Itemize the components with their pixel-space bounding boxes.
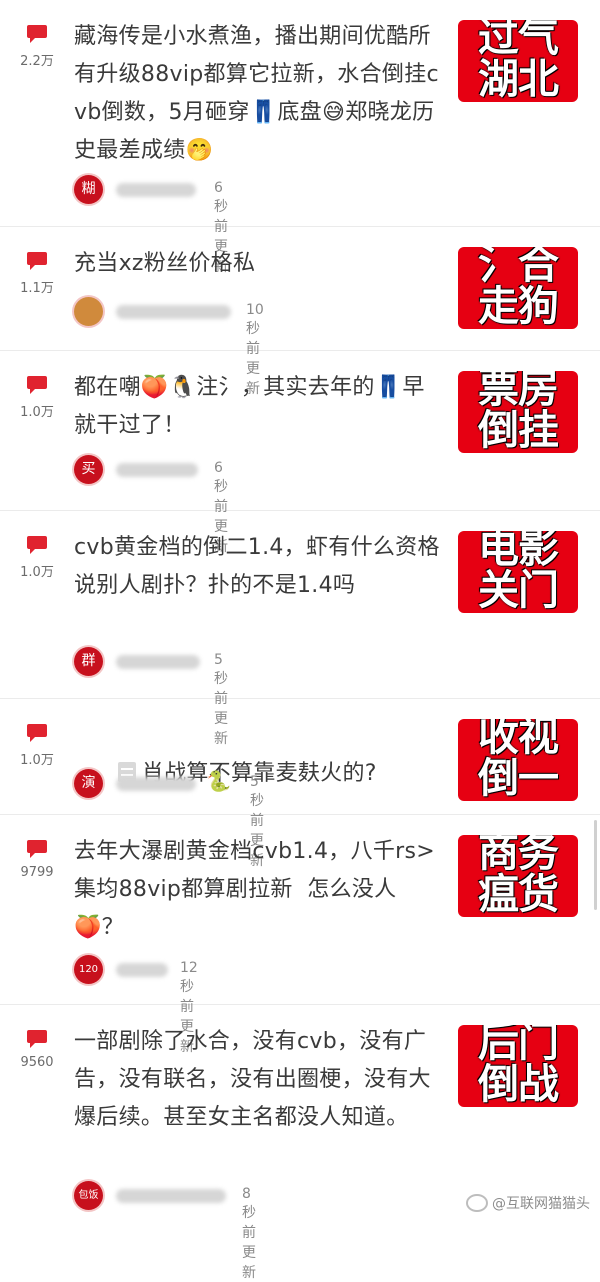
comment-count: 2.2万: [0, 24, 74, 69]
thumbnail-text: 过气: [478, 20, 559, 61]
blurred-username: [116, 183, 196, 197]
post-title[interactable]: 一部剧除了水合，没有cvb，没有广告，没有联名，没有出圈梗，没有大爆后续。甚至女…: [74, 1023, 444, 1137]
blurred-username: [116, 305, 231, 319]
speech-bubble-icon: [27, 1030, 47, 1048]
post-title[interactable]: 藏海传是小水煮渔，播出期间优酷所有升级88vip都算它拉新，水合倒挂cvb倒数，…: [74, 18, 444, 170]
comment-count: 1.0万: [0, 535, 74, 580]
snake-badge-icon: 🐍: [206, 769, 231, 793]
avatar[interactable]: 买: [74, 455, 103, 484]
avatar[interactable]: [74, 297, 103, 326]
post-title[interactable]: cvb黄金档的倒二1.4，虾有什么资格说别人剧扑？扑的不是1.4吗: [74, 529, 444, 605]
list-item[interactable]: 9560 一部剧除了水合，没有cvb，没有广告，没有联名，没有出圈梗，没有大爆后…: [0, 1005, 600, 1281]
thumbnail[interactable]: 票房 倒挂: [458, 371, 578, 453]
thumbnail[interactable]: 氵合 走狗: [458, 247, 578, 329]
thumbnail-text: 倒战: [478, 1060, 559, 1107]
thumbnail[interactable]: 电影 关门: [458, 531, 578, 613]
thumbnail-text: 收视: [478, 719, 559, 760]
speech-bubble-icon: [27, 25, 47, 43]
comment-count: 1.0万: [0, 375, 74, 420]
thumbnail-text: 走狗: [478, 282, 559, 329]
speech-bubble-icon: [27, 724, 47, 742]
thumbnail-text: 商务: [478, 835, 559, 876]
blurred-username: [116, 1189, 226, 1203]
comment-count: 9799: [0, 839, 74, 880]
reply-count: 9799: [20, 865, 54, 880]
list-item[interactable]: 1.0万 cvb黄金档的倒二1.4，虾有什么资格说别人剧扑？扑的不是1.4吗 群…: [0, 511, 600, 747]
thumbnail-text: 票房: [478, 371, 559, 412]
comment-count: 1.0万: [0, 723, 74, 768]
thumbnail-text: 瘟货: [478, 870, 559, 917]
avatar[interactable]: 群: [74, 647, 103, 676]
blurred-username: [116, 777, 196, 791]
avatar[interactable]: 120: [74, 955, 103, 984]
reply-count: 1.1万: [20, 281, 54, 296]
post-title[interactable]: 都在嘲🍑🐧注氵，其实去年的👖早就干过了！: [74, 369, 444, 445]
reply-count: 9560: [20, 1055, 54, 1070]
watermark-text: @互联网猫猫头: [492, 1196, 590, 1212]
list-item[interactable]: 9799 去年大瀑剧黄金档cvb1.4，八千rs>集均88vip都算剧拉新 怎么…: [0, 815, 600, 1055]
reply-count: 1.0万: [20, 753, 54, 768]
comment-count: 9560: [0, 1029, 74, 1070]
thumbnail-text: 关门: [478, 566, 559, 613]
list-item[interactable]: 1.0万 都在嘲🍑🐧注氵，其实去年的👖早就干过了！ 买 6秒前更新 票房 倒挂: [0, 351, 600, 555]
comment-count: 1.1万: [0, 251, 74, 296]
thumbnail[interactable]: 过气 湖北: [458, 20, 578, 102]
thumbnail[interactable]: 后门 倒战: [458, 1025, 578, 1107]
thumbnail-text: 倒挂: [478, 406, 559, 453]
avatar[interactable]: 演: [74, 769, 103, 798]
post-title[interactable]: 去年大瀑剧黄金档cvb1.4，八千rs>集均88vip都算剧拉新 怎么没人🍑？: [74, 833, 444, 947]
list-item[interactable]: 1.0万 肖战算不算靠麦麸火的? 演 🐍 5秒前更新 收视 倒一: [0, 699, 600, 869]
list-item[interactable]: 2.2万 藏海传是小水煮渔，播出期间优酷所有升级88vip都算它拉新，水合倒挂c…: [0, 0, 600, 275]
blurred-username: [116, 463, 198, 477]
reply-count: 1.0万: [20, 405, 54, 420]
thumbnail-text: 倒一: [478, 754, 559, 801]
post-title[interactable]: 充当xz粉丝价格私: [74, 245, 444, 283]
list-item[interactable]: 1.1万 充当xz粉丝价格私 10秒前更新 氵合 走狗: [0, 227, 600, 397]
speech-bubble-icon: [27, 252, 47, 270]
scrollbar[interactable]: [594, 820, 597, 910]
thumbnail-text: 氵合: [478, 247, 559, 288]
speech-bubble-icon: [27, 376, 47, 394]
blurred-username: [116, 655, 200, 669]
thumbnail[interactable]: 收视 倒一: [458, 719, 578, 801]
reply-count: 2.2万: [20, 54, 54, 69]
reply-count: 1.0万: [20, 565, 54, 580]
avatar[interactable]: 包饭: [74, 1181, 103, 1210]
speech-bubble-icon: [27, 536, 47, 554]
thumbnail[interactable]: 商务 瘟货: [458, 835, 578, 917]
update-time: 8秒前更新: [242, 1186, 256, 1281]
thumbnail-text: 湖北: [478, 55, 559, 102]
thumbnail-text: 电影: [478, 531, 559, 572]
speech-bubble-icon: [27, 840, 47, 858]
blurred-username: [116, 963, 168, 977]
thumbnail-text: 后门: [478, 1025, 559, 1066]
weibo-logo-icon: [466, 1194, 488, 1212]
watermark: @互联网猫猫头: [466, 1193, 590, 1213]
avatar[interactable]: 糊: [74, 175, 103, 204]
